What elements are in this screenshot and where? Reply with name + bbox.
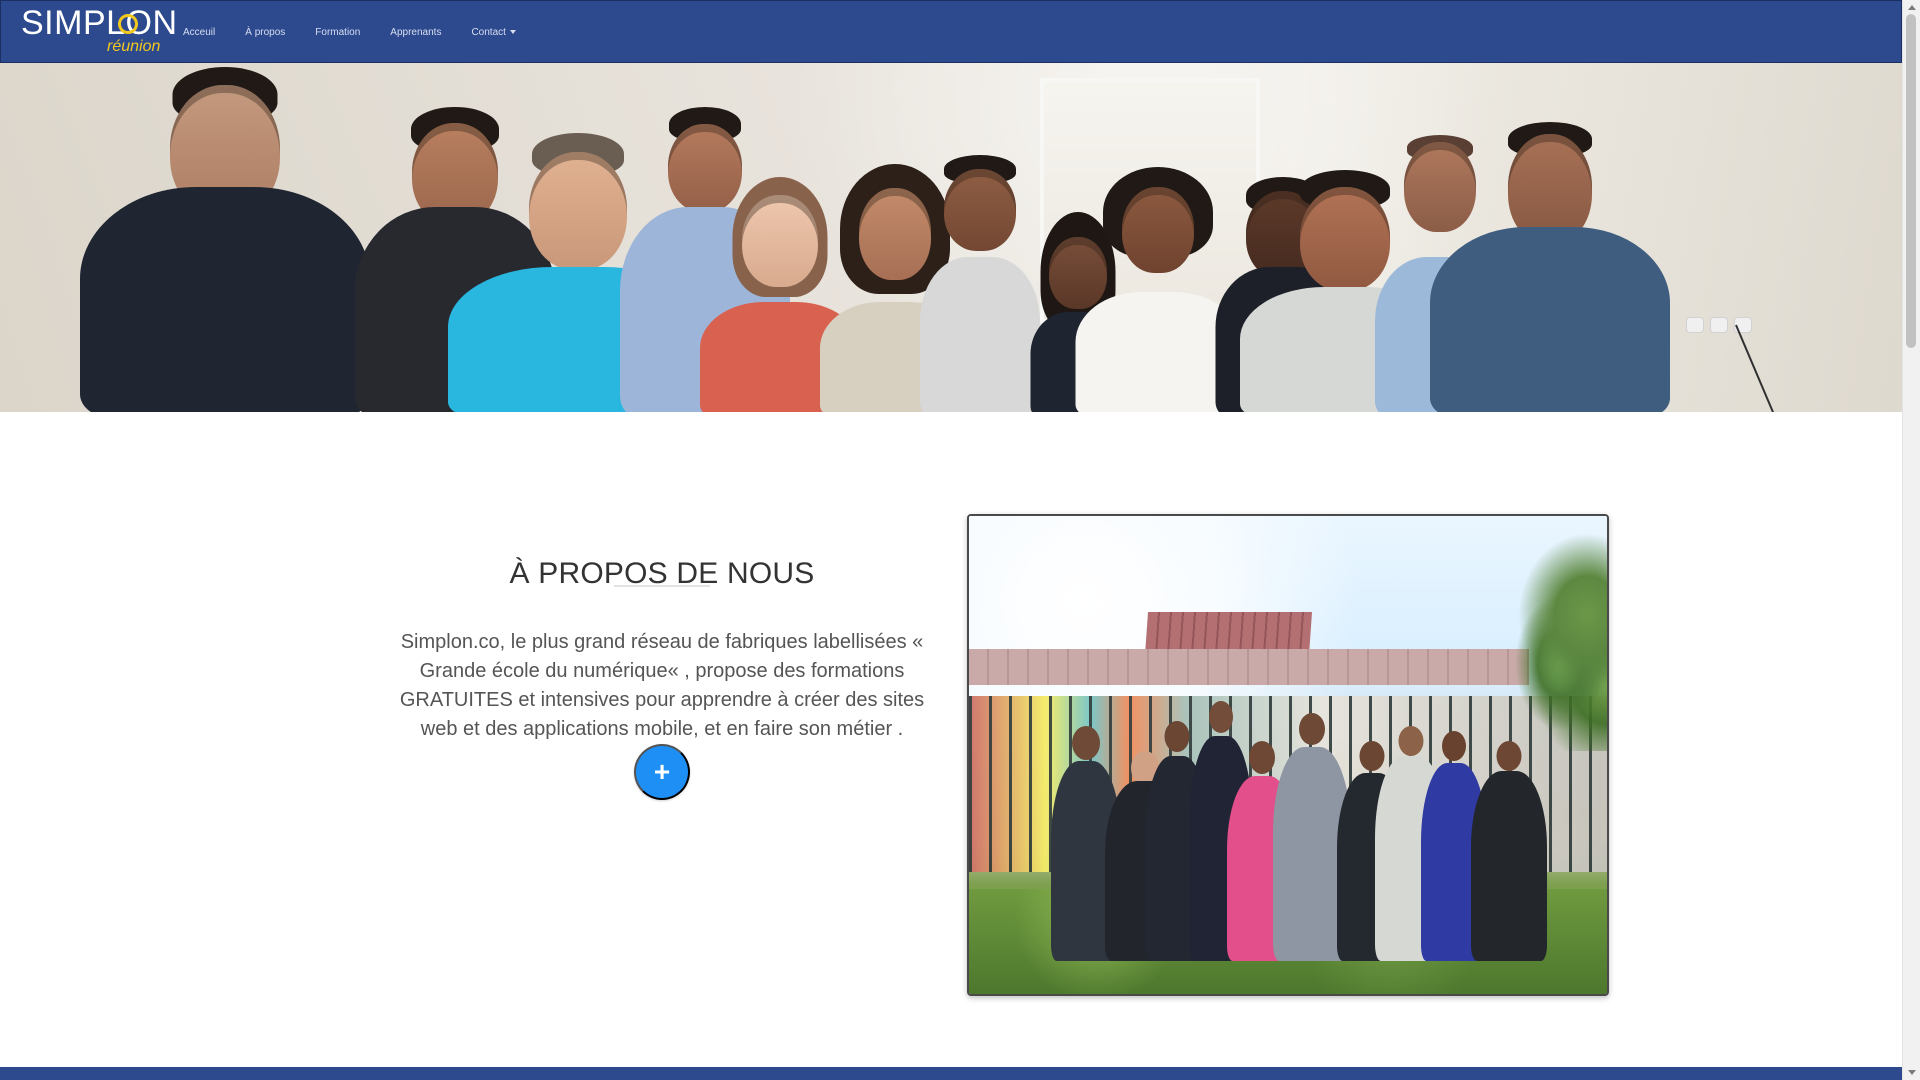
plus-icon: + bbox=[653, 756, 671, 787]
scroll-down-icon[interactable] bbox=[1908, 1070, 1916, 1075]
footer-strip bbox=[0, 1067, 1902, 1080]
hero-person bbox=[920, 147, 1040, 412]
vertical-scrollbar[interactable] bbox=[1902, 0, 1920, 1080]
hero-group-photo bbox=[0, 63, 1902, 412]
socket-icon bbox=[1710, 317, 1728, 333]
nav-item-formation[interactable]: Formation bbox=[315, 27, 360, 39]
brand-name: SIMPLON bbox=[21, 4, 178, 42]
scrollbar-thumb[interactable] bbox=[1906, 14, 1916, 348]
brand-o-icon bbox=[118, 14, 138, 34]
more-button[interactable]: + bbox=[634, 744, 690, 800]
page: SIMPLON réunion Acceuil À propos Formati… bbox=[0, 0, 1920, 1080]
title-divider bbox=[614, 585, 710, 587]
hero-person bbox=[80, 67, 370, 412]
hero-wall-sockets bbox=[1686, 317, 1754, 333]
chevron-down-icon bbox=[509, 29, 516, 34]
nav-item-contact[interactable]: Contact bbox=[471, 26, 516, 39]
about-description: Simplon.co, le plus grand réseau de fabr… bbox=[399, 631, 925, 740]
nav-item-a-propos[interactable]: À propos bbox=[245, 27, 285, 39]
main-menu: Acceuil À propos Formation Apprenants Co… bbox=[183, 1, 516, 64]
socket-icon bbox=[1686, 317, 1704, 333]
hero-person bbox=[1430, 112, 1670, 412]
about-group-photo bbox=[967, 514, 1609, 996]
brand-subtitle: réunion bbox=[107, 38, 161, 55]
nav-item-apprenants[interactable]: Apprenants bbox=[390, 27, 441, 39]
nav-item-acceuil[interactable]: Acceuil bbox=[183, 27, 215, 39]
nav-item-contact-label: Contact bbox=[471, 26, 506, 38]
brand-logo[interactable]: SIMPLON réunion bbox=[21, 6, 177, 58]
photo-group bbox=[1041, 671, 1547, 961]
top-navbar: SIMPLON réunion Acceuil À propos Formati… bbox=[0, 0, 1902, 63]
scroll-up-icon[interactable] bbox=[1908, 5, 1916, 10]
